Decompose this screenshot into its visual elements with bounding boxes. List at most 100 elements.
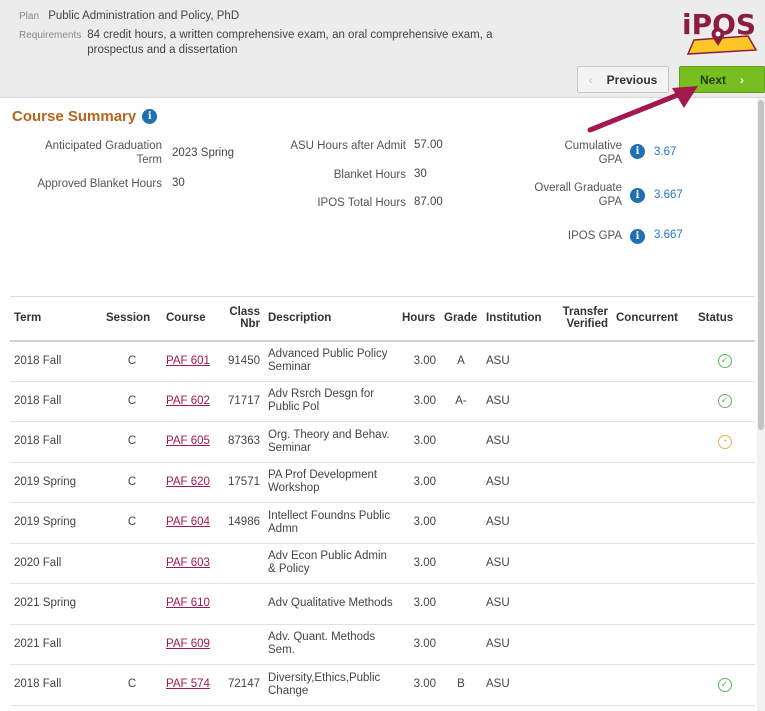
cell-transfer-verified: [554, 664, 612, 706]
overall-graduate-gpa-info-icon[interactable]: i: [630, 188, 645, 203]
annotation-arrow-icon: [587, 86, 698, 133]
table-row: 2018 Fall C PAF 602 71717 Adv Rsrch Desgn fo…: [10, 381, 755, 422]
cell-hours: 3.00: [398, 340, 440, 382]
cell-description: Adv Econ Public Admin & Policy: [264, 543, 398, 584]
course-link[interactable]: PAF 603: [166, 557, 210, 569]
info-icon[interactable]: i: [142, 109, 158, 124]
cell-concurrent: [612, 340, 694, 382]
cell-grade: [440, 624, 482, 665]
cell-grade: A-: [440, 381, 482, 422]
cell-class-nbr: 91450: [220, 340, 264, 382]
cell-session: [102, 543, 162, 584]
course-link[interactable]: PAF 601: [166, 355, 210, 367]
requirements-line: Requirements 84 credit hours, a written …: [19, 28, 539, 58]
cell-session: C: [102, 502, 162, 544]
table-row: 2018 Fall C PAF 574 72147 Diversity,Ethics,P…: [10, 664, 755, 706]
cell-grade: A: [440, 340, 482, 382]
cell-description: Diversity,Ethics,Public Change: [264, 664, 398, 706]
course-link[interactable]: PAF 620: [166, 476, 210, 488]
cell-grade: [440, 583, 482, 625]
cell-course: PAF 603: [162, 543, 220, 584]
cell-course: PAF 602: [162, 381, 220, 422]
requirements-value: 84 credit hours, a written comprehensive…: [87, 29, 493, 56]
cell-session: [102, 624, 162, 665]
cell-course: PAF 604: [162, 502, 220, 544]
cell-course: PAF 574: [162, 664, 220, 706]
cumulative-gpa-value: 3.67: [654, 146, 677, 158]
status-complete-icon: ✓: [717, 394, 732, 409]
cell-institution: ASU: [482, 421, 554, 463]
cell-session: [102, 583, 162, 625]
cell-transfer-verified: [554, 583, 612, 625]
cell-description: Advanced Public Policy Seminar: [264, 340, 398, 382]
cell-session: C: [102, 381, 162, 422]
cell-concurrent: [612, 462, 694, 503]
cell-description: Adv Qualitative Methods: [264, 583, 398, 625]
table-row: 2019 Spring C PAF 604 14986 Intellect Foundn…: [10, 502, 755, 544]
cell-hours: 3.00: [398, 543, 440, 584]
ipos-logo: iPOS: [680, 6, 762, 64]
col-header-course[interactable]: Course: [162, 296, 220, 342]
cumulative-gpa-info-icon[interactable]: i: [630, 144, 645, 159]
ipos-gpa-info-icon[interactable]: i: [630, 229, 645, 244]
col-header-status[interactable]: Status: [694, 296, 755, 342]
ipos-gpa-value: 3.667: [654, 229, 683, 241]
col-header-session[interactable]: Session: [102, 296, 162, 342]
cell-hours: 3.00: [398, 624, 440, 665]
cell-transfer-verified: [554, 543, 612, 584]
overall-graduate-gpa-label: Overall Graduate GPA: [534, 182, 622, 208]
table-row: 2020 Fall PAF 603 Adv Econ Public Admin & …: [10, 543, 755, 584]
col-header-term[interactable]: Term: [10, 296, 102, 342]
course-link[interactable]: PAF 602: [166, 395, 210, 407]
cell-hours: 3.00: [398, 583, 440, 625]
cell-concurrent: [612, 583, 694, 625]
course-link[interactable]: PAF 609: [166, 638, 210, 650]
col-header-grade[interactable]: Grade: [440, 296, 482, 342]
anticipated-graduation-label: Anticipated Graduation Term: [45, 140, 162, 166]
col-header-hours[interactable]: Hours: [398, 296, 440, 342]
cell-transfer-verified: [554, 381, 612, 422]
cell-status: ✓: [694, 340, 755, 382]
cell-transfer-verified: [554, 502, 612, 544]
cell-transfer-verified: [554, 421, 612, 463]
cell-status: [694, 583, 755, 625]
cell-institution: ASU: [482, 664, 554, 706]
cell-hours: 3.00: [398, 421, 440, 463]
cell-status: ◔: [694, 421, 755, 463]
col-header-institution[interactable]: Institution: [482, 296, 554, 342]
cell-class-nbr: 71717: [220, 381, 264, 422]
cell-status: ✓: [694, 664, 755, 706]
cell-class-nbr: [220, 583, 264, 625]
cell-term: 2018 Fall: [10, 340, 102, 382]
plan-label: Plan: [19, 11, 40, 22]
cell-hours: 3.00: [398, 381, 440, 422]
col-header-transfer-verified[interactable]: Transfer Verified: [554, 296, 612, 342]
cell-term: 2018 Fall: [10, 664, 102, 706]
scrollbar-thumb[interactable]: [758, 100, 764, 430]
course-link[interactable]: PAF 610: [166, 597, 210, 609]
status-complete-icon: ✓: [717, 354, 732, 368]
vertical-scrollbar[interactable]: [757, 98, 765, 711]
cell-class-nbr: 17571: [220, 462, 264, 503]
ipos-gpa-label: IPOS GPA: [567, 230, 622, 242]
cell-session: C: [102, 340, 162, 382]
cell-institution: ASU: [482, 340, 554, 382]
col-header-description[interactable]: Description: [264, 296, 398, 342]
col-header-class-nbr[interactable]: Class Nbr: [220, 296, 264, 342]
cell-term: 2019 Spring: [10, 502, 102, 544]
cell-institution: ASU: [482, 502, 554, 544]
cell-concurrent: [612, 381, 694, 422]
course-link[interactable]: PAF 605: [166, 435, 210, 447]
cell-institution: ASU: [482, 543, 554, 584]
status-complete-icon: ✓: [717, 677, 732, 692]
cell-transfer-verified: [554, 462, 612, 503]
course-link[interactable]: PAF 604: [166, 516, 210, 528]
cell-grade: [440, 502, 482, 544]
course-link[interactable]: PAF 574: [166, 678, 210, 690]
cell-concurrent: [612, 664, 694, 706]
cell-class-nbr: 72147: [220, 664, 264, 706]
cell-term: 2018 Fall: [10, 421, 102, 463]
cell-grade: [440, 543, 482, 584]
col-header-concurrent[interactable]: Concurrent: [612, 296, 694, 342]
cell-course: PAF 605: [162, 421, 220, 463]
